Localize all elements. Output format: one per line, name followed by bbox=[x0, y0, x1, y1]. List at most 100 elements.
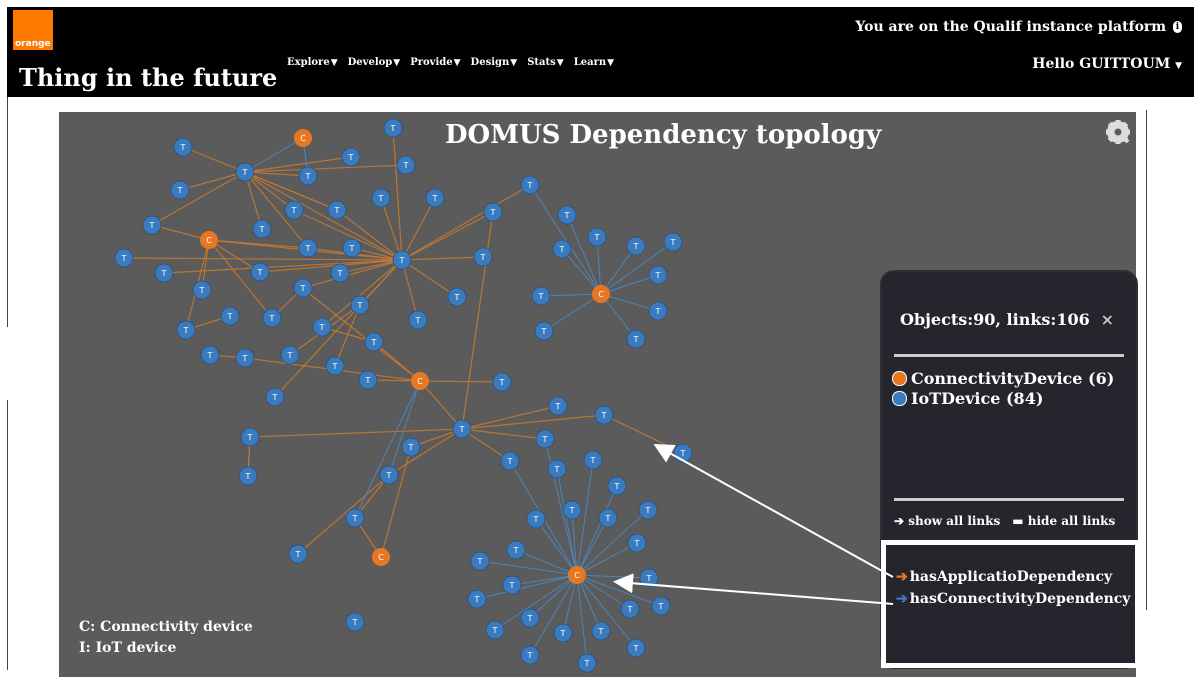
iot-device-node[interactable]: T bbox=[298, 238, 318, 258]
iot-device-node[interactable]: T bbox=[626, 329, 646, 349]
iot-device-node[interactable]: T bbox=[648, 265, 668, 285]
iot-device-node[interactable]: T bbox=[341, 147, 361, 167]
iot-device-node[interactable]: T bbox=[638, 500, 658, 520]
iot-device-node[interactable]: T bbox=[526, 509, 546, 529]
iot-device-node[interactable]: T bbox=[379, 465, 399, 485]
iot-device-node[interactable]: T bbox=[520, 175, 540, 195]
iot-device-node[interactable]: T bbox=[330, 263, 350, 283]
iot-device-node[interactable]: T bbox=[350, 295, 370, 315]
connectivity-device-node[interactable]: C bbox=[294, 129, 312, 147]
iot-device-node[interactable]: T bbox=[114, 248, 134, 268]
iot-device-node[interactable]: T bbox=[142, 215, 162, 235]
iot-device-node[interactable]: T bbox=[552, 239, 572, 259]
iot-device-node[interactable]: T bbox=[325, 356, 345, 376]
iot-device-node[interactable]: T bbox=[345, 508, 365, 528]
close-button[interactable]: × bbox=[1101, 310, 1114, 329]
connectivity-device-node[interactable]: C bbox=[372, 548, 390, 566]
iot-device-node[interactable]: T bbox=[170, 180, 190, 200]
iot-device-node[interactable]: T bbox=[485, 620, 505, 640]
iot-device-node[interactable]: T bbox=[483, 202, 503, 222]
iot-device-node[interactable]: T bbox=[583, 450, 603, 470]
iot-device-node[interactable]: T bbox=[627, 533, 647, 553]
iot-device-node[interactable]: T bbox=[345, 612, 365, 632]
iot-device-node[interactable]: T bbox=[587, 227, 607, 247]
iot-device-node[interactable]: T bbox=[250, 262, 270, 282]
menu-develop[interactable]: Develop ▼ bbox=[348, 57, 401, 68]
iot-device-node[interactable]: T bbox=[425, 188, 445, 208]
iot-device-node[interactable]: T bbox=[506, 540, 526, 560]
iot-device-node[interactable]: T bbox=[452, 419, 472, 439]
iot-device-node[interactable]: T bbox=[500, 451, 520, 471]
menu-stats[interactable]: Stats ▼ bbox=[527, 57, 564, 68]
info-icon[interactable]: i bbox=[1173, 21, 1182, 33]
iot-device-node[interactable]: T bbox=[293, 278, 313, 298]
iot-device-node[interactable]: T bbox=[238, 466, 258, 486]
menu-provide[interactable]: Provide ▼ bbox=[410, 57, 460, 68]
iot-device-node[interactable]: T bbox=[607, 476, 627, 496]
iot-device-node[interactable]: T bbox=[280, 345, 300, 365]
iot-device-node[interactable]: T bbox=[520, 608, 540, 628]
menu-learn[interactable]: Learn ▼ bbox=[574, 57, 614, 68]
iot-device-node[interactable]: T bbox=[594, 405, 614, 425]
show-all-links-button[interactable]: ➔ show all links bbox=[894, 514, 1000, 528]
iot-device-node[interactable]: T bbox=[252, 219, 272, 239]
iot-device-node[interactable]: T bbox=[591, 621, 611, 641]
iot-device-node[interactable]: T bbox=[342, 238, 362, 258]
menu-explore[interactable]: Explore ▼ bbox=[287, 57, 338, 68]
iot-device-node[interactable]: T bbox=[473, 247, 493, 267]
iot-device-node[interactable]: T bbox=[154, 263, 174, 283]
iot-device-node[interactable]: T bbox=[392, 250, 412, 270]
iot-device-node[interactable]: T bbox=[220, 306, 240, 326]
iot-device-node[interactable]: T bbox=[673, 443, 693, 463]
iot-device-node[interactable]: T bbox=[312, 317, 332, 337]
iot-device-node[interactable]: T bbox=[265, 387, 285, 407]
iot-device-node[interactable]: T bbox=[327, 200, 347, 220]
iot-device-node[interactable]: T bbox=[200, 345, 220, 365]
iot-device-node[interactable]: T bbox=[235, 348, 255, 368]
iot-device-node[interactable]: T bbox=[620, 599, 640, 619]
iot-device-node[interactable]: T bbox=[470, 551, 490, 571]
iot-device-node[interactable]: T bbox=[173, 137, 193, 157]
iot-device-node[interactable]: T bbox=[401, 437, 421, 457]
iot-device-node[interactable]: T bbox=[288, 544, 308, 564]
connectivity-device-node[interactable]: C bbox=[592, 285, 610, 303]
iot-device-node[interactable]: T bbox=[663, 232, 683, 252]
connectivity-device-node[interactable]: C bbox=[200, 231, 218, 249]
iot-device-node[interactable]: T bbox=[626, 638, 646, 658]
iot-device-node[interactable]: T bbox=[557, 205, 577, 225]
iot-device-node[interactable]: T bbox=[535, 429, 555, 449]
connectivity-device-node[interactable]: C bbox=[411, 372, 429, 390]
category-iot-device[interactable]: IoTDevice (84) bbox=[892, 389, 1043, 408]
category-connectivity-device[interactable]: ConnectivityDevice (6) bbox=[892, 369, 1114, 388]
iot-device-node[interactable]: T bbox=[639, 568, 659, 588]
iot-device-node[interactable]: T bbox=[383, 118, 403, 138]
iot-device-node[interactable]: T bbox=[364, 332, 384, 352]
iot-device-node[interactable]: T bbox=[240, 427, 260, 447]
iot-device-node[interactable]: T bbox=[176, 320, 196, 340]
link-type-application[interactable]: ➔ hasApplicatioDependency bbox=[896, 569, 1112, 585]
menu-design[interactable]: Design ▼ bbox=[471, 57, 518, 68]
iot-device-node[interactable]: T bbox=[467, 589, 487, 609]
iot-device-node[interactable]: T bbox=[192, 280, 212, 300]
iot-device-node[interactable]: T bbox=[534, 321, 554, 341]
iot-device-node[interactable]: T bbox=[562, 500, 582, 520]
connectivity-device-node[interactable]: C bbox=[568, 566, 586, 584]
iot-device-node[interactable]: T bbox=[651, 596, 671, 616]
iot-device-node[interactable]: T bbox=[408, 310, 428, 330]
link-type-connectivity[interactable]: ➔ hasConnectivityDependency bbox=[896, 591, 1130, 607]
iot-device-node[interactable]: T bbox=[553, 623, 573, 643]
iot-device-node[interactable]: T bbox=[520, 645, 540, 665]
iot-device-node[interactable]: T bbox=[262, 308, 282, 328]
iot-device-node[interactable]: T bbox=[502, 575, 522, 595]
brand-title[interactable]: Thing in the future bbox=[19, 63, 277, 92]
iot-device-node[interactable]: T bbox=[648, 301, 668, 321]
iot-device-node[interactable]: T bbox=[626, 236, 646, 256]
orange-logo[interactable]: orange bbox=[13, 10, 53, 50]
iot-device-node[interactable]: T bbox=[548, 396, 568, 416]
iot-device-node[interactable]: T bbox=[284, 200, 304, 220]
iot-device-node[interactable]: T bbox=[492, 372, 512, 392]
iot-device-node[interactable]: T bbox=[531, 286, 551, 306]
iot-device-node[interactable]: T bbox=[235, 162, 255, 182]
iot-device-node[interactable]: T bbox=[298, 166, 318, 186]
iot-device-node[interactable]: T bbox=[547, 459, 567, 479]
